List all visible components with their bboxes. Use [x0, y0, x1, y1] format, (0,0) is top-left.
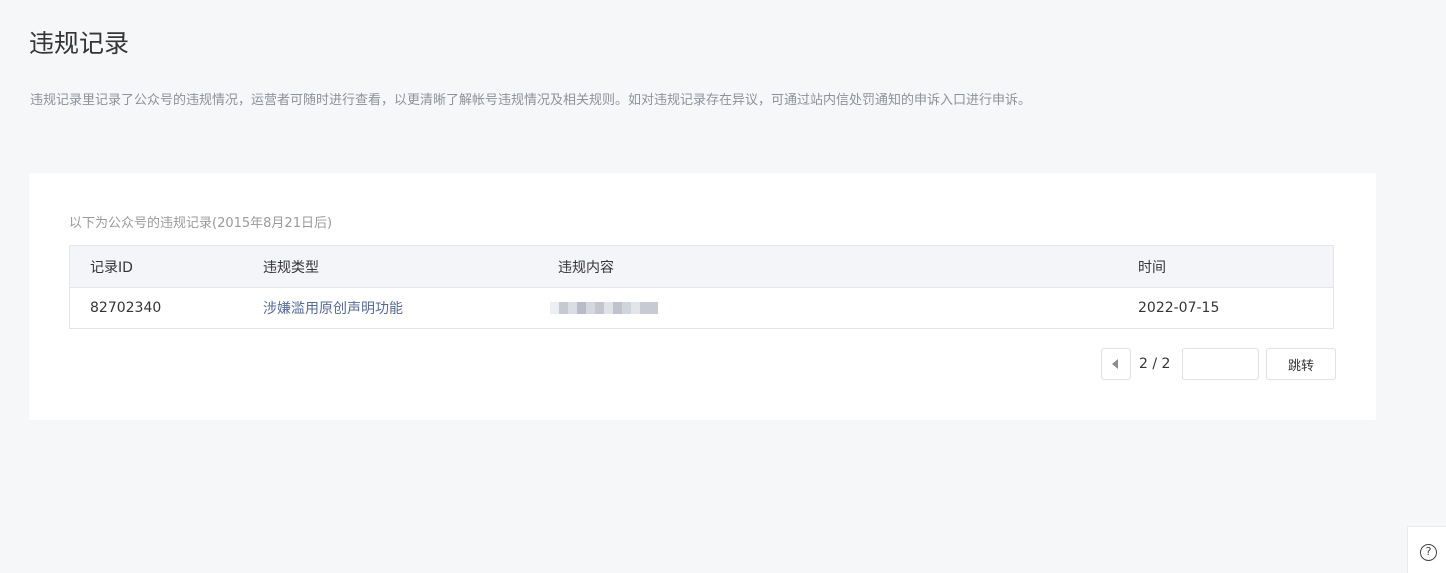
page-description: 违规记录里记录了公众号的违规情况，运营者可随时进行查看，以更清晰了解帐号违规情况… [30, 93, 1032, 108]
page-jump-input[interactable] [1182, 348, 1259, 380]
records-table: 记录ID 违规类型 违规内容 时间 82702340 涉嫌滥用原创声明功能 20… [69, 245, 1334, 329]
column-header-time: 时间 [1138, 259, 1166, 276]
violation-content [550, 288, 658, 328]
page-indicator: 2 / 2 [1139, 356, 1171, 372]
jump-button[interactable]: 跳转 [1266, 348, 1336, 380]
column-header-id: 记录ID [90, 259, 133, 276]
triangle-left-icon [1112, 359, 1118, 369]
table-row: 82702340 涉嫌滥用原创声明功能 2022-07-15 [70, 288, 1333, 328]
question-circle-icon: ? [1420, 544, 1437, 561]
table-header: 记录ID 违规类型 违规内容 时间 [70, 246, 1333, 288]
record-id: 82702340 [90, 300, 162, 316]
violation-type-link[interactable]: 涉嫌滥用原创声明功能 [263, 288, 403, 328]
record-time: 2022-07-15 [1138, 300, 1220, 316]
column-header-type: 违规类型 [263, 259, 319, 276]
records-caption: 以下为公众号的违规记录(2015年8月21日后) [69, 216, 333, 231]
page-title: 违规记录 [29, 29, 130, 58]
column-header-content: 违规内容 [558, 259, 614, 276]
violation-records-card: 以下为公众号的违规记录(2015年8月21日后) 记录ID 违规类型 违规内容 … [29, 173, 1376, 420]
help-button[interactable]: ? [1407, 526, 1446, 573]
blurred-content-mask [550, 302, 658, 314]
prev-page-button[interactable] [1101, 348, 1131, 380]
